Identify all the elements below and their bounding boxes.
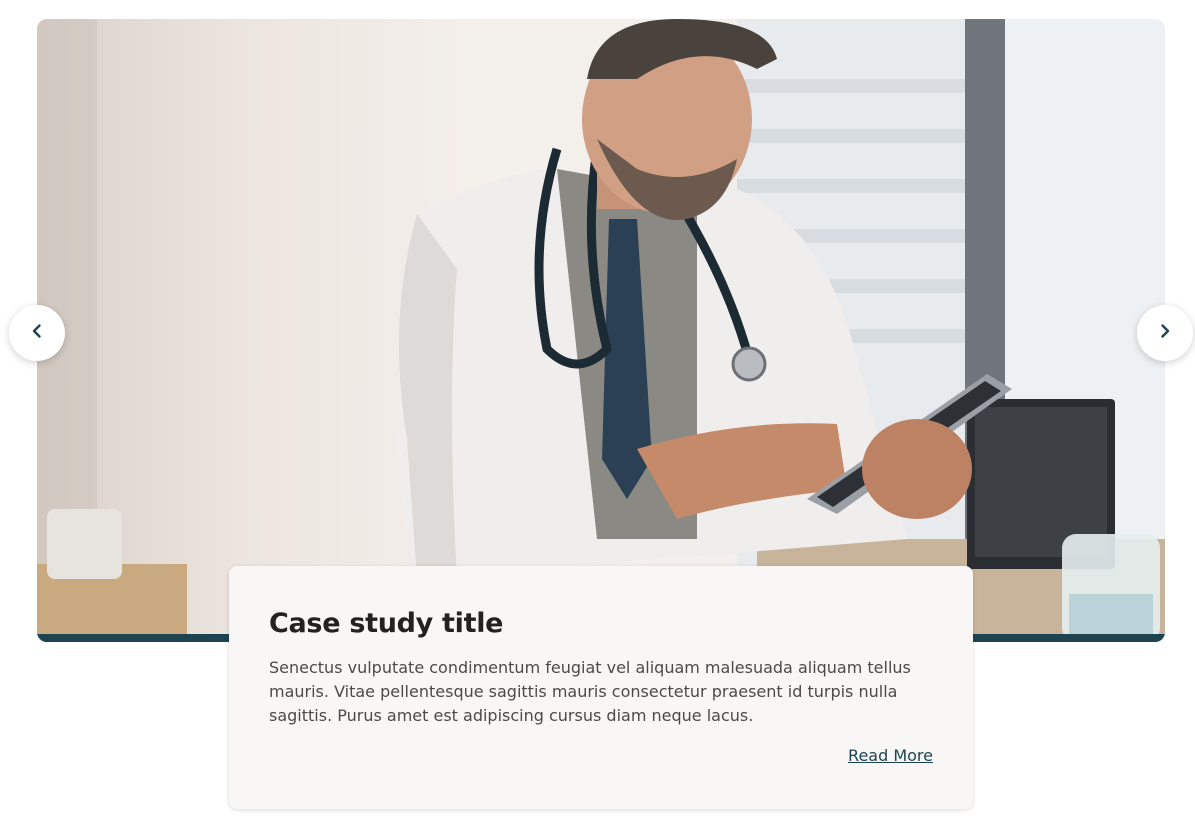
- read-more-link[interactable]: Read More: [848, 746, 933, 765]
- hero-image: [37, 19, 1165, 642]
- chevron-left-icon: [29, 323, 45, 344]
- case-study-description: Senectus vulputate condimentum feugiat v…: [269, 658, 911, 725]
- chevron-right-icon: [1157, 323, 1173, 344]
- case-study-title: Case study title: [269, 608, 504, 639]
- case-study-card: Case study title Senectus vulputate cond…: [229, 566, 973, 809]
- case-study-carousel: Case study title Senectus vulputate cond…: [0, 0, 1195, 821]
- carousel-prev-button[interactable]: [9, 305, 65, 361]
- carousel-next-button[interactable]: [1137, 305, 1193, 361]
- doctor-with-tablet-photo: [37, 19, 1165, 642]
